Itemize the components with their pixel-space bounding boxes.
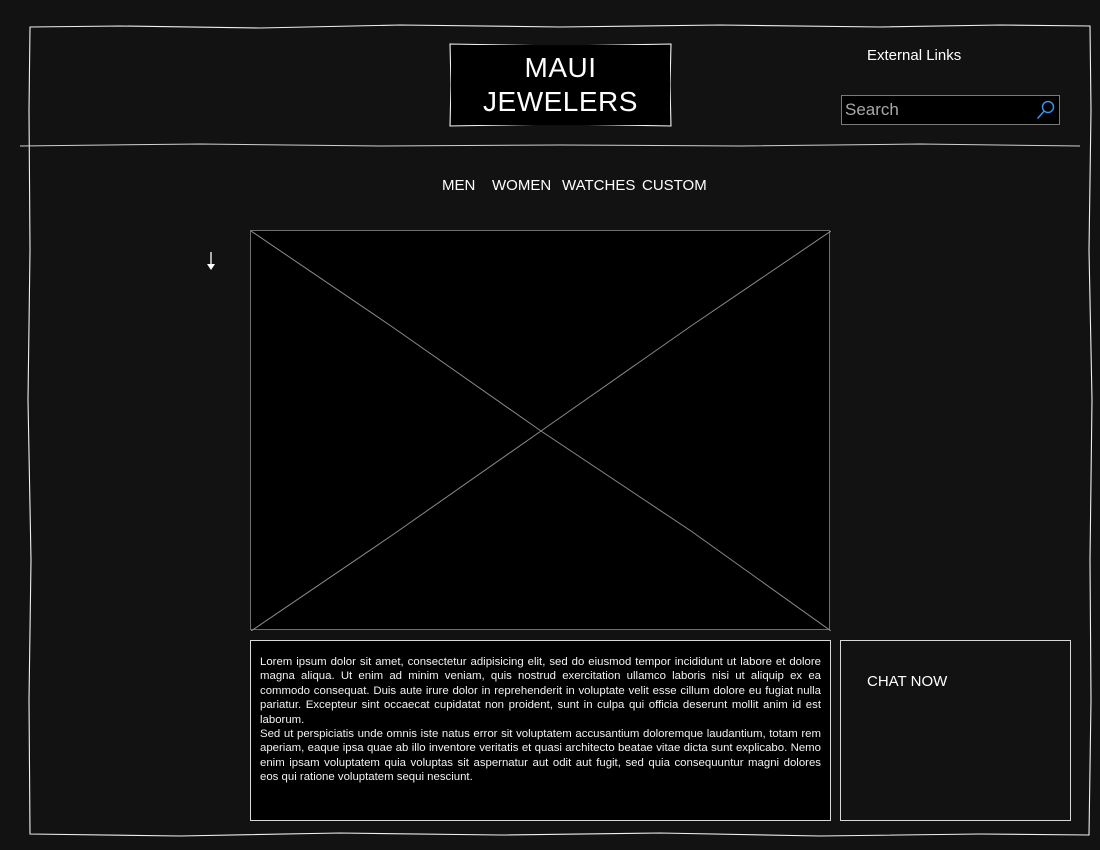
nav-item-watches[interactable]: WATCHES xyxy=(562,177,635,195)
logo-text: MAUI JEWELERS xyxy=(483,52,638,117)
hero-image-placeholder xyxy=(250,230,831,631)
image-placeholder-icon xyxy=(251,231,831,631)
search-input[interactable] xyxy=(845,99,1030,121)
chat-now-panel[interactable]: CHAT NOW xyxy=(840,640,1071,821)
search-icon[interactable] xyxy=(1035,99,1057,121)
nav-item-custom[interactable]: CUSTOM xyxy=(642,177,707,195)
nav-item-women[interactable]: WOMEN xyxy=(492,177,551,195)
description-paragraph-1: Lorem ipsum dolor sit amet, consectetur … xyxy=(260,656,821,726)
chat-now-button[interactable]: CHAT NOW xyxy=(867,673,947,691)
arrow-down-icon[interactable] xyxy=(204,250,218,272)
search-bar xyxy=(841,95,1060,125)
external-links-link[interactable]: External Links xyxy=(867,46,961,66)
description-text-panel: Lorem ipsum dolor sit amet, consectetur … xyxy=(250,640,831,821)
site-logo[interactable]: MAUI JEWELERS xyxy=(451,45,670,125)
nav-item-men[interactable]: MEN xyxy=(442,177,475,195)
description-paragraph-2: Sed ut perspiciatis unde omnis iste natu… xyxy=(260,728,821,784)
